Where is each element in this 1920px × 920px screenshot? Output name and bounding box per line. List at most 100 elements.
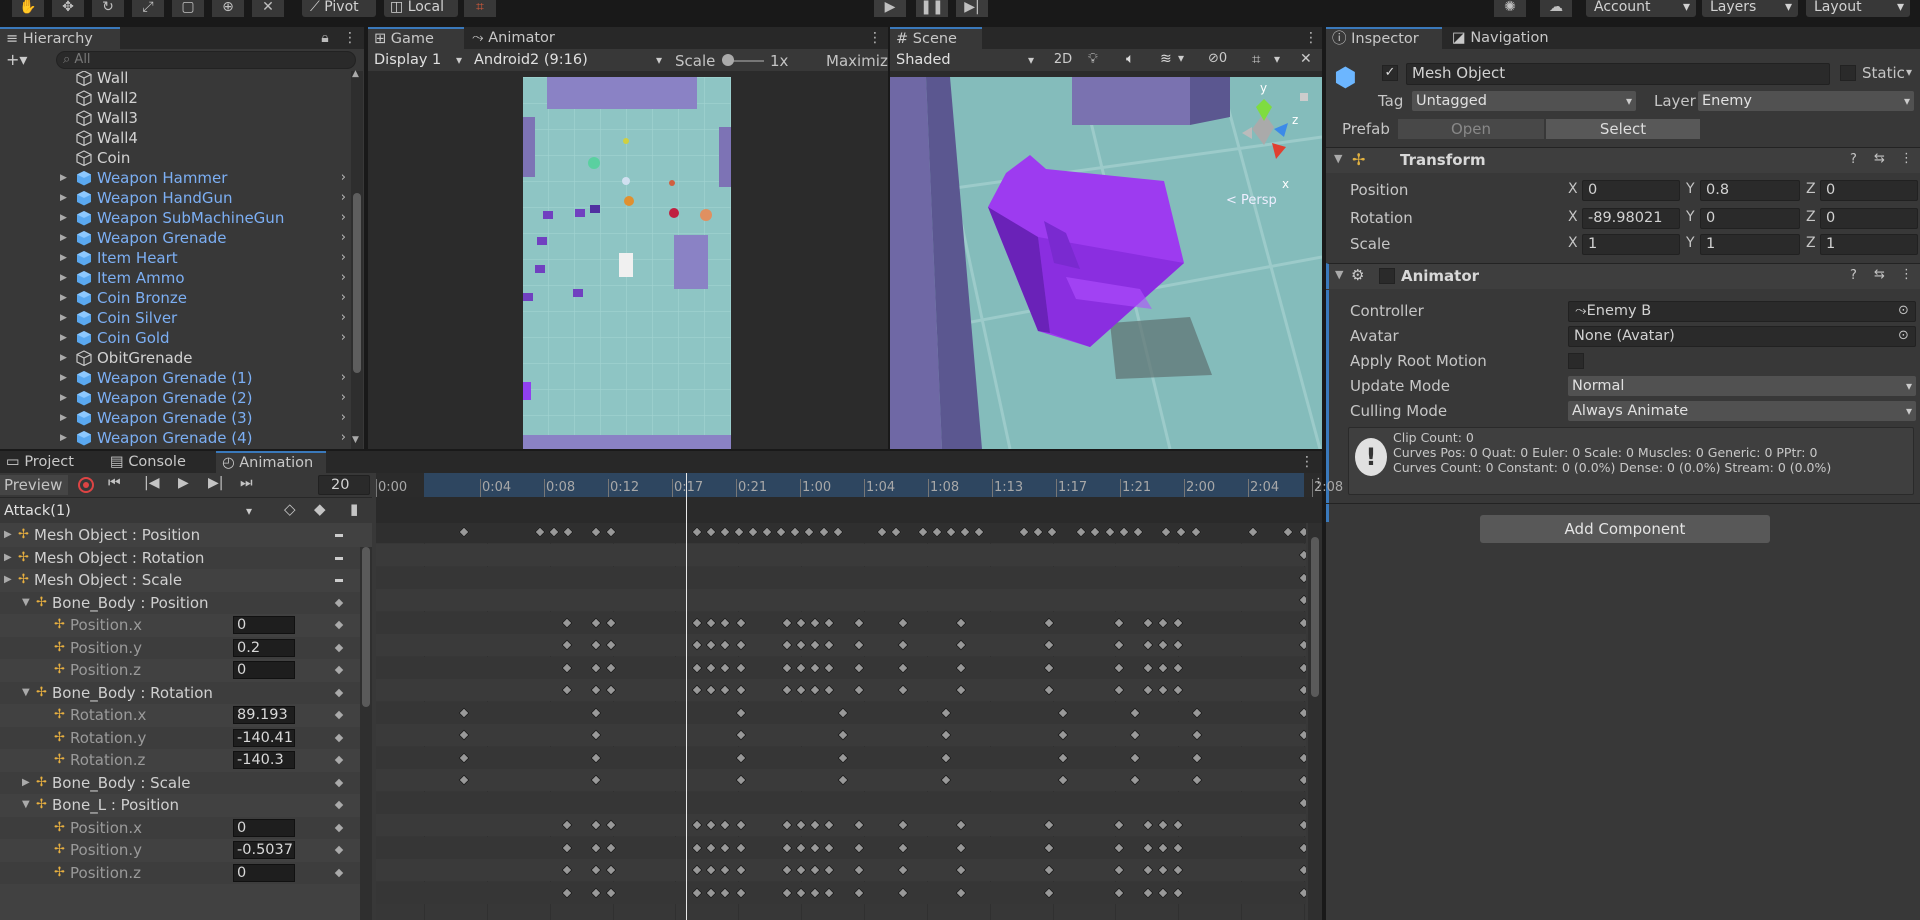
property-row[interactable]: ▶ ✢ Mesh Object : Scale bbox=[0, 569, 372, 591]
tab-animation[interactable]: ◴ Animation bbox=[216, 451, 326, 473]
expand-arrow-icon[interactable]: ▶ bbox=[60, 368, 67, 388]
hierarchy-item[interactable]: ▶ Weapon HandGun › bbox=[0, 188, 350, 208]
position-z-field[interactable]: 0 bbox=[1820, 180, 1918, 201]
hierarchy-item[interactable]: ▶ Weapon Grenade (2) › bbox=[0, 388, 350, 408]
chevron-right-icon[interactable]: › bbox=[341, 428, 346, 448]
chevron-down-icon[interactable]: ▾ bbox=[1274, 52, 1280, 66]
position-y-field[interactable]: 0.8 bbox=[1700, 180, 1800, 201]
root-motion-checkbox[interactable] bbox=[1568, 353, 1584, 369]
rotation-y-field[interactable]: 0 bbox=[1700, 208, 1800, 229]
rotate-tool-icon[interactable]: ↻ bbox=[92, 0, 124, 17]
hierarchy-item[interactable]: ▶ Weapon Grenade › bbox=[0, 228, 350, 248]
hierarchy-item[interactable]: ▶ Weapon Grenade (4) › bbox=[0, 428, 350, 448]
scale-tool-icon[interactable]: ⤢ bbox=[132, 0, 164, 17]
move-tool-icon[interactable]: ✥ bbox=[52, 0, 84, 17]
property-row[interactable]: ✢ Rotation.y -140.41 bbox=[0, 726, 372, 749]
key-toggle-icon[interactable] bbox=[334, 778, 344, 787]
hierarchy-item[interactable]: Coin bbox=[0, 148, 350, 168]
object-name-field[interactable]: Mesh Object bbox=[1406, 63, 1830, 85]
property-row[interactable]: ✢ Position.y 0.2 bbox=[0, 636, 372, 659]
kebab-menu-icon[interactable]: ⋮ bbox=[868, 30, 882, 46]
timeline-ruler[interactable]: 0:00 0:04 0:08 0:12 0:17 0:21 1:00 1:04 1:08 1:13… bbox=[376, 473, 1343, 497]
chevron-right-icon[interactable]: › bbox=[341, 208, 346, 228]
foldout-arrow-icon[interactable]: ▶ bbox=[4, 547, 12, 569]
chevron-right-icon[interactable]: › bbox=[341, 368, 346, 388]
scale-x-field[interactable]: 1 bbox=[1582, 234, 1680, 255]
maximize-toggle[interactable]: Maximiz bbox=[826, 52, 888, 70]
tab-scene[interactable]: # Scene bbox=[890, 27, 982, 49]
add-object-button[interactable]: +▾ bbox=[6, 50, 27, 69]
key-toggle-icon[interactable] bbox=[334, 598, 344, 607]
key-toggle-icon[interactable] bbox=[334, 823, 344, 832]
add-event-key-icon[interactable]: ◆ bbox=[314, 500, 326, 518]
property-row[interactable]: ✢ Position.x 0 bbox=[0, 816, 372, 839]
playhead[interactable] bbox=[686, 473, 687, 920]
dopesheet-scrollbar[interactable] bbox=[1308, 523, 1322, 920]
chevron-right-icon[interactable]: › bbox=[341, 328, 346, 348]
dopesheet[interactable] bbox=[376, 523, 1306, 920]
hierarchy-item[interactable]: Wall4 bbox=[0, 128, 350, 148]
property-row[interactable]: ✢ Position.z 0 bbox=[0, 861, 372, 884]
hierarchy-item[interactable]: ▶ Weapon SubMachineGun › bbox=[0, 208, 350, 228]
record-button[interactable] bbox=[78, 477, 94, 493]
object-picker-icon[interactable]: ⊙ bbox=[1898, 303, 1909, 318]
scene-viewport[interactable]: y z x < Persp bbox=[890, 77, 1322, 449]
play-animation-button[interactable]: ▶ bbox=[178, 475, 189, 491]
foldout-arrow-icon[interactable]: ▶ bbox=[4, 524, 12, 546]
property-row[interactable]: ▼ ✢ Bone_Body : Rotation bbox=[0, 681, 372, 704]
hierarchy-item[interactable]: ▶ ObitGrenade bbox=[0, 348, 350, 368]
aspect-dropdown[interactable]: Android2 (9:16) bbox=[470, 50, 666, 70]
avatar-field[interactable]: None (Avatar) bbox=[1568, 326, 1916, 347]
hierarchy-item[interactable]: Wall2 bbox=[0, 88, 350, 108]
effects-icon[interactable]: ≋ bbox=[1160, 51, 1172, 67]
transform-header[interactable]: ▼ ✢ Transform ? ⇆ ⋮ bbox=[1326, 147, 1920, 173]
cloud-icon[interactable]: ☁ bbox=[1540, 0, 1572, 17]
toggle-2d-button[interactable]: 2D bbox=[1048, 51, 1078, 69]
preset-icon[interactable]: ⇆ bbox=[1874, 267, 1885, 282]
services-icon[interactable]: ✺ bbox=[1494, 0, 1526, 17]
hierarchy-item[interactable]: Wall bbox=[0, 71, 350, 88]
hierarchy-item[interactable]: ▶ Weapon Grenade (1) › bbox=[0, 368, 350, 388]
static-checkbox[interactable] bbox=[1840, 65, 1856, 81]
foldout-arrow-icon[interactable]: ▼ bbox=[22, 682, 30, 704]
next-key-button[interactable]: ▶| bbox=[208, 475, 223, 491]
property-value-field[interactable]: 0 bbox=[233, 616, 295, 634]
controller-field[interactable]: ⤳Enemy B bbox=[1568, 301, 1916, 322]
property-row[interactable]: ✢ Position.y -0.5037 bbox=[0, 839, 372, 861]
expand-arrow-icon[interactable]: ▶ bbox=[60, 328, 67, 348]
property-row[interactable]: ▶ ✢ Mesh Object : Rotation bbox=[0, 546, 372, 569]
animator-header[interactable]: ▼ ⚙ Animator ? ⇆ ⋮ bbox=[1326, 263, 1920, 289]
display-dropdown[interactable]: Display 1 bbox=[370, 50, 466, 70]
layer-dropdown[interactable]: Enemy bbox=[1698, 91, 1914, 111]
add-keyframe-icon[interactable]: ◇ bbox=[284, 500, 296, 518]
rotation-z-field[interactable]: 0 bbox=[1820, 208, 1918, 229]
lock-icon[interactable]: 🔒︎ bbox=[320, 30, 330, 46]
hierarchy-item[interactable]: ▶ Item Ammo › bbox=[0, 268, 350, 288]
scale-y-field[interactable]: 1 bbox=[1700, 234, 1800, 255]
expand-arrow-icon[interactable]: ▶ bbox=[60, 248, 67, 268]
key-toggle-icon[interactable] bbox=[334, 868, 344, 877]
clip-dropdown[interactable]: Attack(1) bbox=[0, 501, 256, 521]
tab-console[interactable]: ▤ Console bbox=[104, 451, 210, 473]
chevron-right-icon[interactable]: › bbox=[341, 288, 346, 308]
active-checkbox[interactable]: ✓ bbox=[1382, 65, 1398, 81]
tag-dropdown[interactable]: Untagged bbox=[1412, 91, 1636, 111]
add-event-icon[interactable]: ▮ bbox=[350, 500, 358, 518]
key-toggle-icon[interactable] bbox=[335, 534, 343, 537]
chevron-right-icon[interactable]: › bbox=[341, 308, 346, 328]
kebab-menu-icon[interactable]: ⋮ bbox=[1304, 30, 1318, 46]
hierarchy-item[interactable]: ▶ Coin Silver › bbox=[0, 308, 350, 328]
prev-key-button[interactable]: |◀ bbox=[144, 475, 159, 491]
expand-arrow-icon[interactable]: ▶ bbox=[60, 428, 67, 448]
step-button[interactable]: ▶| bbox=[956, 0, 988, 17]
tab-project[interactable]: ▭ Project bbox=[0, 451, 104, 473]
property-value-field[interactable]: -0.5037 bbox=[233, 841, 295, 859]
expand-arrow-icon[interactable]: ▶ bbox=[60, 388, 67, 408]
hierarchy-item[interactable]: ▶ Coin Gold › bbox=[0, 328, 350, 348]
foldout-arrow-icon[interactable]: ▶ bbox=[22, 772, 30, 794]
expand-arrow-icon[interactable]: ▶ bbox=[60, 268, 67, 288]
key-toggle-icon[interactable] bbox=[334, 643, 344, 652]
hierarchy-search-input[interactable]: ⌕ All bbox=[56, 51, 356, 69]
property-row[interactable]: ▶ ✢ Bone_Body : Scale bbox=[0, 771, 372, 794]
hierarchy-item[interactable]: ▶ Coin Bronze › bbox=[0, 288, 350, 308]
